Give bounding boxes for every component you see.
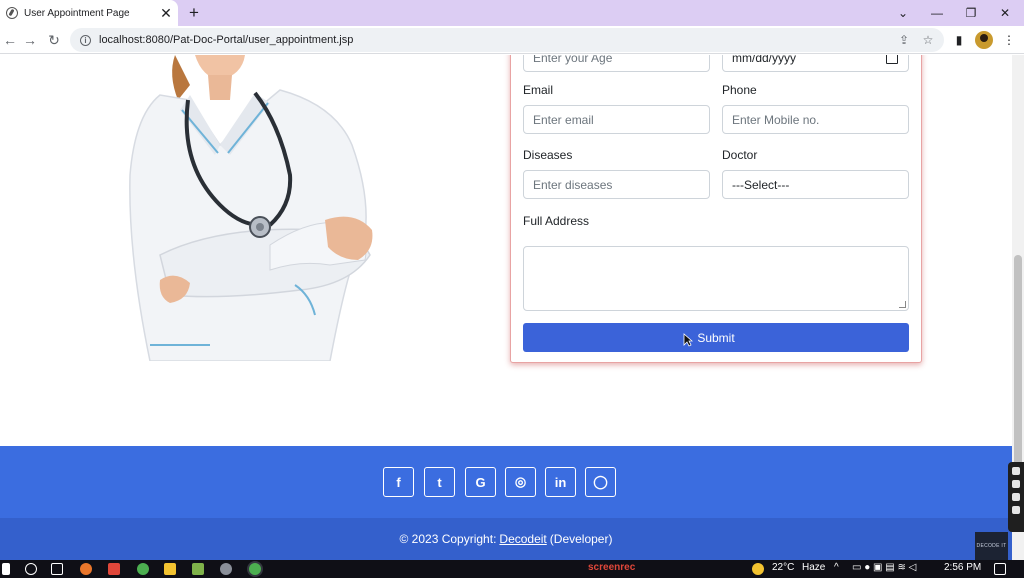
resize-grip-icon[interactable] [899, 301, 906, 308]
footer-social-bar: f t G ◎ in ◯ [0, 446, 1012, 518]
screenshot-icon[interactable] [1012, 493, 1020, 501]
weather-icon[interactable] [752, 563, 764, 575]
copyright-suffix: (Developer) [549, 532, 613, 546]
settings-app-icon[interactable] [220, 563, 232, 575]
phone-label: Phone [722, 83, 757, 97]
minimize-button[interactable]: — [920, 0, 954, 26]
file-explorer-icon[interactable] [164, 563, 176, 575]
tray-chevron-icon[interactable]: ^ [834, 562, 839, 573]
restore-button[interactable]: ❐ [954, 0, 988, 26]
new-tab-button[interactable]: + [184, 3, 204, 23]
reload-icon[interactable]: ↻ [44, 30, 64, 50]
copyright-prefix: © 2023 Copyright: [399, 532, 497, 546]
tab-title: User Appointment Page [24, 7, 130, 19]
chrome-active-icon[interactable] [249, 563, 261, 575]
submit-button[interactable]: Submit [523, 323, 909, 352]
google-icon[interactable]: G [465, 467, 496, 497]
date-placeholder: mm/dd/yyyy [732, 55, 797, 65]
browser-toolbar: ← → ↻ i localhost:8080/Pat-Doc-Portal/us… [0, 26, 1024, 54]
linkedin-icon[interactable]: in [545, 467, 576, 497]
notepad-icon[interactable] [192, 563, 204, 575]
github-icon[interactable]: ◯ [585, 467, 616, 497]
tray-icons[interactable]: ▭ ● ▣ ▤ ≋ ◁ [852, 562, 916, 573]
browser-tab-active[interactable]: User Appointment Page ✕ [0, 0, 178, 26]
browser-tab-strip: User Appointment Page ✕ + ⌄ — ❐ ✕ [0, 0, 1024, 26]
settings-gear-icon[interactable] [1012, 506, 1020, 514]
site-favicon-icon [6, 7, 18, 19]
firefox-icon[interactable] [80, 563, 92, 575]
footer-copyright: © 2023 Copyright: Decodeit (Developer) [0, 518, 1012, 560]
address-label: Full Address [523, 214, 590, 228]
screenrec-label: screenrec [588, 562, 636, 573]
full-address-textarea[interactable] [523, 246, 909, 311]
appointment-form-card: Enter your Age mm/dd/yyyy Email Phone En… [510, 55, 922, 363]
video-icon[interactable] [1012, 480, 1020, 488]
appointment-date-input[interactable]: mm/dd/yyyy [722, 55, 909, 72]
forward-arrow-icon[interactable]: → [20, 30, 40, 50]
url-text[interactable]: localhost:8080/Pat-Doc-Portal/user_appoi… [99, 34, 353, 46]
recorder-app-icon[interactable] [108, 563, 120, 575]
age-input[interactable]: Enter your Age [523, 55, 710, 72]
search-icon[interactable] [25, 563, 37, 575]
doctor-illustration [129, 55, 373, 361]
address-bar[interactable]: i localhost:8080/Pat-Doc-Portal/user_app… [70, 28, 944, 52]
doctor-label: Doctor [722, 148, 758, 162]
twitter-icon[interactable]: t [424, 467, 455, 497]
diseases-label: Diseases [523, 148, 573, 162]
windows-start-icon[interactable] [2, 563, 10, 575]
developer-link[interactable]: Decodeit [499, 532, 546, 546]
doctor-select[interactable]: ---Select--- [722, 170, 909, 199]
side-panel-icon[interactable]: ▮ [950, 31, 968, 49]
page-viewport: Enter your Age mm/dd/yyyy Email Phone En… [0, 55, 1012, 560]
mouse-cursor-icon [683, 333, 693, 347]
chrome-icon[interactable] [137, 563, 149, 575]
site-info-icon[interactable]: i [80, 34, 91, 46]
task-view-icon[interactable] [51, 563, 63, 575]
profile-avatar[interactable] [975, 31, 993, 49]
tab-search-icon[interactable]: ⌄ [886, 0, 920, 26]
phone-input[interactable]: Enter Mobile no. [722, 105, 909, 134]
instagram-icon[interactable]: ◎ [505, 467, 536, 497]
diseases-input[interactable]: Enter diseases [523, 170, 710, 199]
clock-time[interactable]: 2:56 PM [944, 562, 981, 573]
notifications-icon[interactable] [994, 563, 1006, 575]
facebook-icon[interactable]: f [383, 467, 414, 497]
close-window-button[interactable]: ✕ [988, 0, 1022, 26]
windows-taskbar: screenrec 22°C Haze ^ ▭ ● ▣ ▤ ≋ ◁ 2:56 P… [0, 560, 1024, 578]
email-label: Email [523, 83, 554, 97]
menu-kebab-icon[interactable]: ⋮ [1000, 31, 1018, 49]
share-icon[interactable]: ⇪ [896, 32, 912, 48]
calendar-icon[interactable] [886, 55, 898, 64]
back-arrow-icon[interactable]: ← [0, 30, 20, 50]
bookmark-star-icon[interactable]: ☆ [920, 32, 936, 48]
weather-text[interactable]: Haze [802, 562, 825, 573]
weather-temp[interactable]: 22°C [772, 562, 794, 573]
email-input[interactable]: Enter email [523, 105, 710, 134]
corner-logo: DECODE IT [975, 532, 1008, 560]
recorder-widget[interactable] [1008, 462, 1024, 532]
tab-close-icon[interactable]: ✕ [158, 5, 174, 21]
camera-icon[interactable] [1012, 467, 1020, 475]
